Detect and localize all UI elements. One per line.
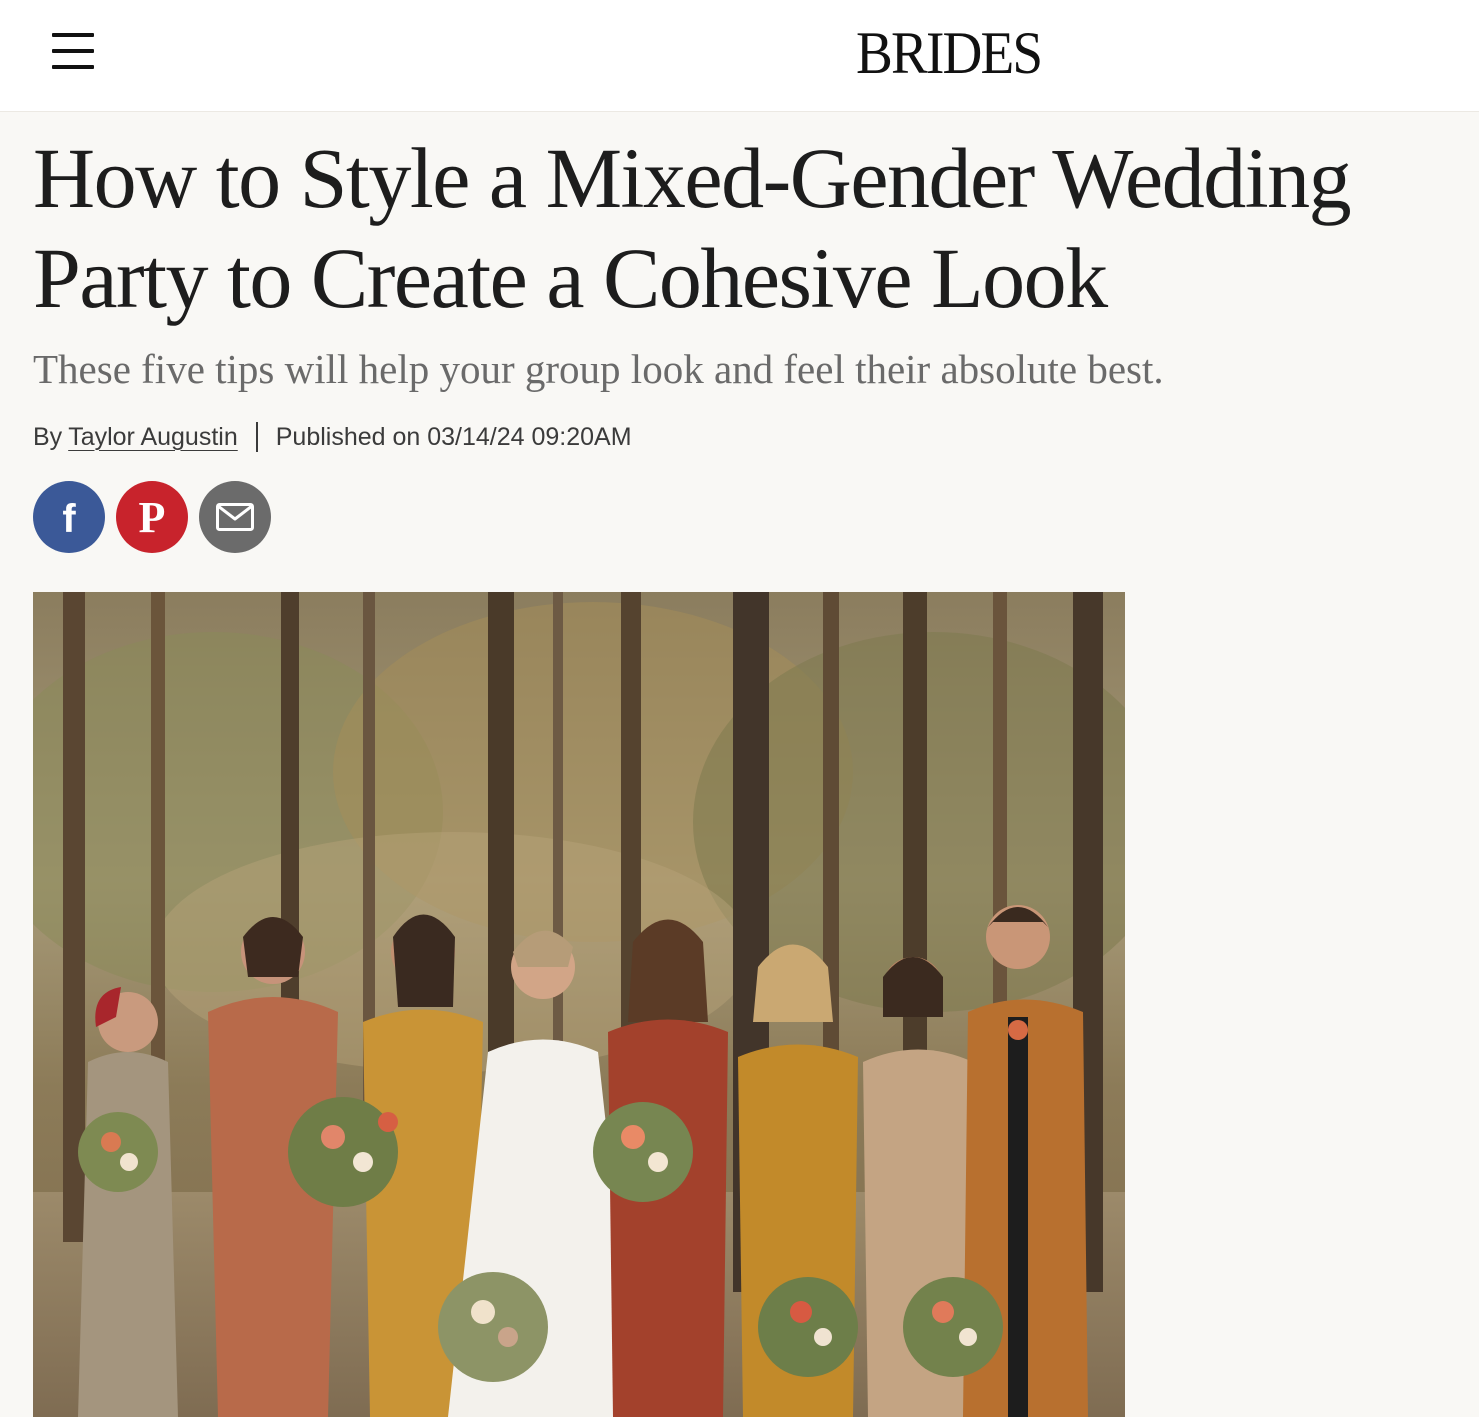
hamburger-menu-icon[interactable] [52, 33, 94, 71]
article-subtitle: These five tips will help your group loo… [33, 346, 1164, 392]
email-share-button[interactable] [199, 481, 271, 553]
share-buttons: f P [33, 481, 271, 553]
wedding-party-photo [33, 592, 1125, 1417]
article-title: How to Style a Mixed-Gender Wedding Part… [33, 130, 1352, 326]
publish-date: Published on 03/14/24 09:20AM [275, 422, 632, 451]
byline: By Taylor Augustin Published on 03/14/24… [33, 420, 632, 454]
pinterest-share-button[interactable]: P [116, 481, 188, 553]
hero-image[interactable] [33, 592, 1125, 1417]
menu-line [52, 65, 94, 69]
site-header: BRIDES [0, 0, 1479, 112]
menu-line [52, 49, 94, 53]
pinterest-icon: P [138, 493, 166, 542]
byline-prefix: By [33, 422, 63, 451]
facebook-share-button[interactable]: f [33, 481, 105, 553]
menu-line [52, 33, 94, 37]
byline-divider [255, 422, 258, 452]
site-logo[interactable]: BRIDES [856, 20, 1043, 86]
facebook-icon: f [62, 497, 76, 541]
author-link[interactable]: Taylor Augustin [68, 423, 238, 452]
email-icon [216, 503, 254, 531]
